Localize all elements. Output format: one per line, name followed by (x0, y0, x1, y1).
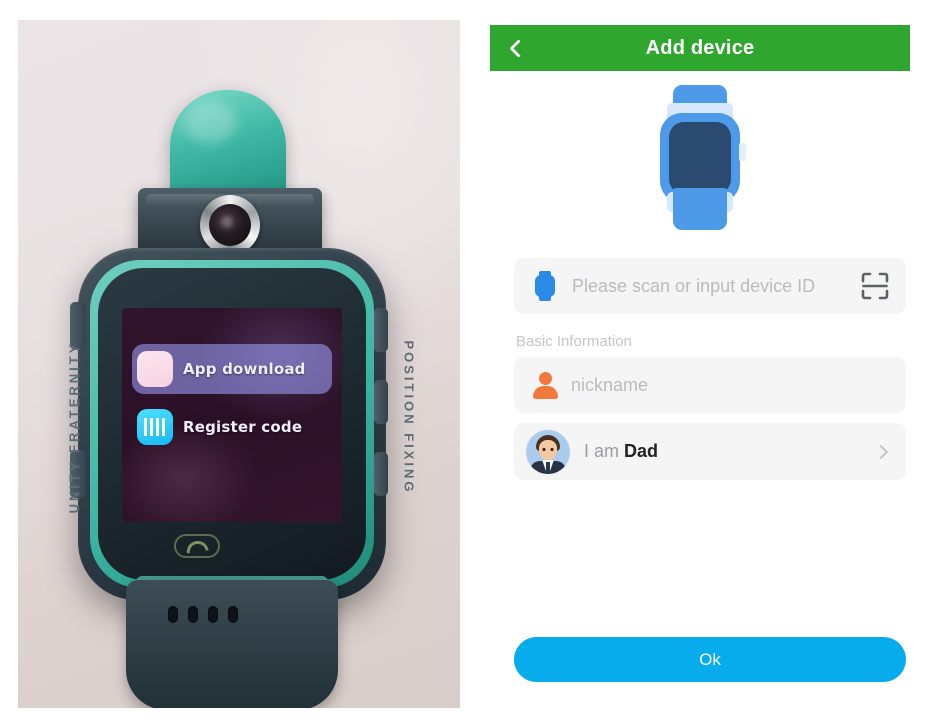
qr-scan-icon[interactable] (860, 271, 890, 301)
page-title: Add device (645, 36, 755, 59)
screenshot-root: UNITY FRATERNITY POSITION FIXING App dow… (0, 0, 930, 723)
watch-embossed-text-right: POSITION FIXING (401, 340, 417, 495)
hang-up-icon (174, 534, 220, 558)
watch-embossed-text-left: UNITY FRATERNITY (66, 341, 82, 514)
nickname-field[interactable]: nickname (514, 357, 906, 413)
device-id-placeholder: Please scan or input device ID (572, 275, 816, 296)
watch-side-button-right-bottom (374, 452, 388, 496)
watch-icon (532, 270, 558, 302)
camera-lens-icon (209, 204, 251, 246)
app-header: Add device (490, 25, 910, 71)
person-icon (531, 371, 559, 399)
watch-strap-bottom (126, 580, 338, 708)
device-id-field[interactable]: Please scan or input device ID (514, 258, 906, 314)
basic-information-label: Basic Information (516, 333, 632, 350)
illustration-band-bottom (673, 188, 727, 230)
smartwatch-photo: UNITY FRATERNITY POSITION FIXING App dow… (18, 20, 460, 708)
nickname-placeholder: nickname (571, 374, 649, 395)
watch-menu-label: Register code (183, 418, 303, 436)
barcode-icon (137, 409, 173, 445)
watch-menu-item-app-download: App download (132, 344, 332, 394)
watch-side-button-right-top (374, 308, 388, 352)
photo-content: UNITY FRATERNITY POSITION FIXING App dow… (18, 20, 460, 708)
watch-menu-item-register-code: Register code (132, 404, 332, 450)
watch-speaker-grille (168, 606, 238, 623)
role-prefix: I am (584, 441, 620, 461)
chevron-right-icon (873, 444, 889, 459)
app-store-icon (137, 351, 173, 387)
illustration-screen (669, 122, 731, 194)
role-selector-row[interactable]: I am Dad (514, 423, 906, 480)
watch-menu-label: App download (183, 360, 306, 378)
smartwatch-illustration (653, 85, 747, 230)
illustration-crown (739, 143, 746, 161)
dad-avatar (526, 429, 570, 474)
watch-screen: App download Register code (122, 308, 342, 522)
ok-button[interactable]: Ok (514, 637, 906, 682)
app-panel: Add device Please scan or input device I… (490, 0, 930, 723)
watch-side-button-right-mid (374, 380, 388, 424)
role-text: I am Dad (584, 441, 658, 462)
role-value: Dad (624, 441, 659, 461)
